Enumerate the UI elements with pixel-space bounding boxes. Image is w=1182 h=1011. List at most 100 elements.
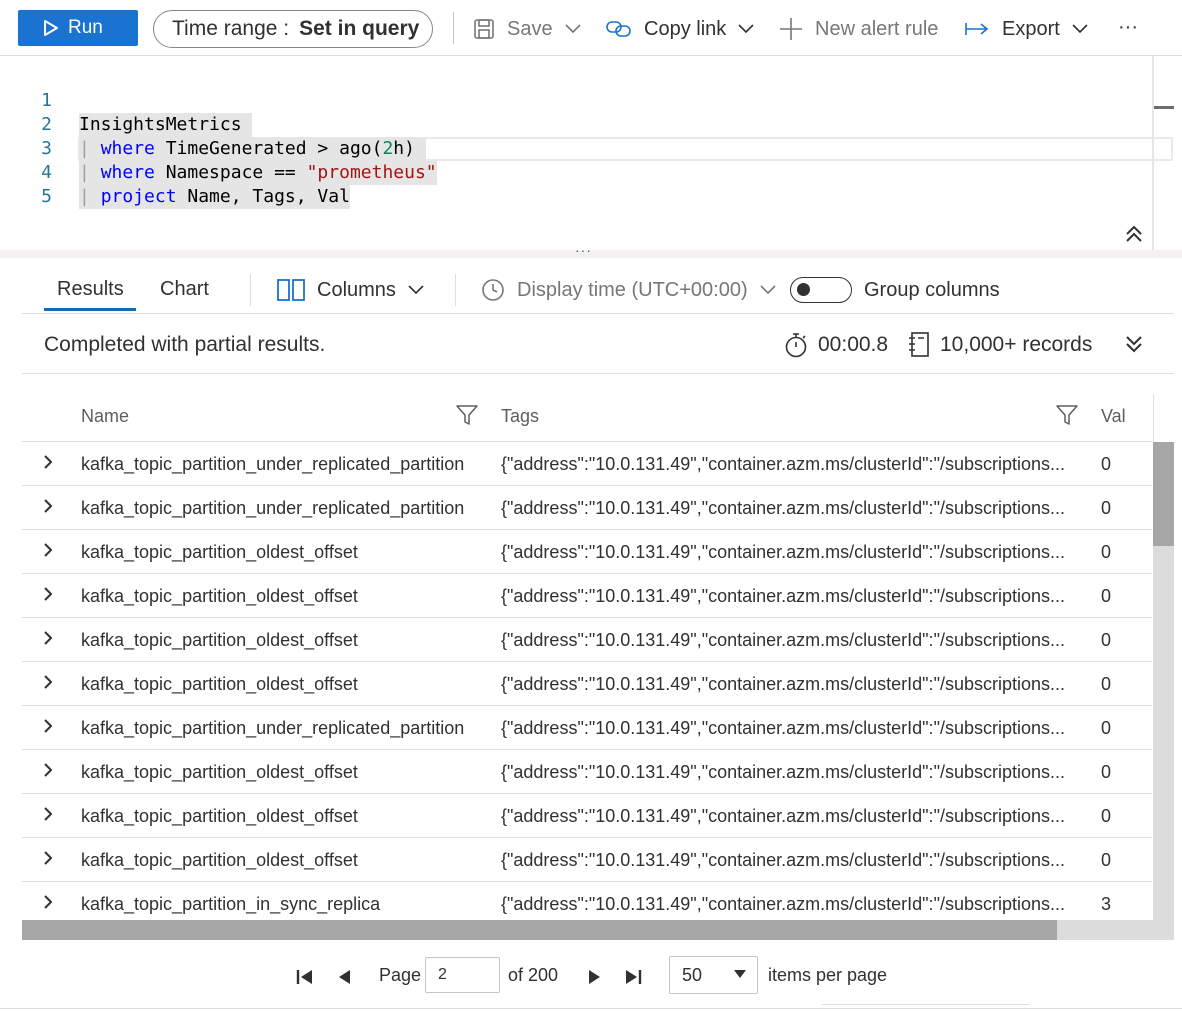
table-row[interactable]: kafka_topic_partition_oldest_offset {"ad… (22, 794, 1152, 838)
table-row[interactable]: kafka_topic_partition_under_replicated_p… (22, 706, 1152, 750)
code-text: | project Name, Tags, Val (79, 185, 350, 209)
query-toolbar: Run Time range : Set in query Save Copy … (0, 0, 1182, 56)
chevron-down-icon (408, 285, 424, 295)
cell-name: kafka_topic_partition_oldest_offset (81, 586, 358, 606)
editor-scrollbar[interactable] (1152, 56, 1154, 252)
column-header-val[interactable]: Val (1101, 406, 1126, 427)
results-grid-header: Name Tags Val (22, 394, 1152, 442)
cell-val: 0 (1101, 762, 1112, 782)
cell-tags: {"address":"10.0.131.49","container.azm.… (501, 806, 1066, 826)
chevron-down-icon (1072, 24, 1088, 34)
funnel-icon[interactable] (456, 404, 478, 426)
last-page-icon[interactable] (622, 966, 644, 988)
display-time-dropdown[interactable]: Display time (UTC+00:00) (481, 276, 776, 304)
splitter-handle[interactable]: ··· (575, 242, 592, 258)
chevron-down-icon (565, 24, 581, 34)
copy-link-button[interactable]: Copy link (606, 10, 754, 48)
divider (22, 373, 1174, 374)
export-label: Export (1002, 17, 1060, 40)
run-button-label: Run (68, 17, 103, 38)
line-number: 5 (41, 186, 52, 207)
expand-details-icon[interactable] (1122, 332, 1146, 356)
plus-icon (780, 18, 802, 40)
time-range-picker[interactable]: Time range : Set in query (153, 10, 433, 48)
new-alert-rule-label: New alert rule (815, 17, 939, 40)
chevron-down-icon (760, 285, 776, 295)
table-row[interactable]: kafka_topic_partition_oldest_offset {"ad… (22, 750, 1152, 794)
time-range-value: Set in query (299, 17, 420, 40)
editor-overview-marker (1154, 106, 1174, 109)
table-row[interactable]: kafka_topic_partition_oldest_offset {"ad… (22, 530, 1152, 574)
cell-tags: {"address":"10.0.131.49","container.azm.… (501, 454, 1066, 474)
funnel-icon[interactable] (1056, 404, 1078, 426)
collapse-editor-icon[interactable] (1122, 222, 1146, 246)
columns-button[interactable]: Columns (277, 276, 424, 304)
more-icon: ··· (1118, 15, 1138, 38)
run-button[interactable]: Run (18, 10, 138, 46)
cell-val: 0 (1101, 454, 1112, 474)
table-row[interactable]: kafka_topic_partition_under_replicated_p… (22, 486, 1152, 530)
cell-val: 3 (1101, 894, 1112, 914)
clock-icon (482, 279, 504, 301)
table-row[interactable]: kafka_topic_partition_oldest_offset {"ad… (22, 574, 1152, 618)
cell-tags: {"address":"10.0.131.49","container.azm.… (501, 894, 1066, 914)
export-button[interactable]: Export (964, 10, 1088, 48)
table-row[interactable]: kafka_topic_partition_in_sync_replica {"… (22, 882, 1152, 920)
code-token: Name, Tags, Val (176, 186, 350, 207)
more-actions-button[interactable]: ··· (1118, 8, 1138, 46)
items-per-page-dropdown[interactable]: 50 (669, 956, 758, 994)
chevron-right-icon[interactable] (40, 454, 56, 470)
tabs-divider (250, 274, 251, 306)
next-page-icon[interactable] (583, 966, 605, 988)
tab-results[interactable]: Results (57, 278, 124, 301)
first-page-icon[interactable] (294, 966, 316, 988)
chevron-right-icon[interactable] (40, 850, 56, 866)
chevron-right-icon[interactable] (40, 806, 56, 822)
column-header-tags[interactable]: Tags (501, 406, 539, 427)
divider (22, 313, 1174, 314)
code-line-5: 5 (0, 161, 1182, 207)
records-count: 10,000+ records (908, 330, 1092, 360)
chevron-right-icon[interactable] (40, 894, 56, 910)
chevron-right-icon[interactable] (40, 542, 56, 558)
column-header-name[interactable]: Name (81, 406, 129, 427)
cell-tags: {"address":"10.0.131.49","container.azm.… (501, 630, 1066, 650)
table-row[interactable]: kafka_topic_partition_oldest_offset {"ad… (22, 618, 1152, 662)
new-alert-rule-button[interactable]: New alert rule (779, 10, 938, 48)
cell-tags: {"address":"10.0.131.49","container.azm.… (501, 674, 1066, 694)
keyword-token: project (100, 186, 177, 207)
columns-label: Columns (317, 278, 396, 301)
chevron-right-icon[interactable] (40, 586, 56, 602)
cell-val: 0 (1101, 542, 1112, 562)
table-row[interactable]: kafka_topic_partition_oldest_offset {"ad… (22, 662, 1152, 706)
chevron-right-icon[interactable] (40, 498, 56, 514)
cell-tags: {"address":"10.0.131.49","container.azm.… (501, 498, 1066, 518)
horizontal-scrollbar-thumb[interactable] (22, 920, 1057, 940)
cell-val: 0 (1101, 806, 1112, 826)
display-time-label: Display time (UTC+00:00) (517, 278, 748, 301)
chevron-right-icon[interactable] (40, 718, 56, 734)
save-button[interactable]: Save (473, 10, 581, 48)
page-number-input[interactable] (425, 957, 500, 993)
table-row[interactable]: kafka_topic_partition_under_replicated_p… (22, 442, 1152, 486)
stopwatch-icon (785, 333, 807, 358)
chevron-right-icon[interactable] (40, 762, 56, 778)
chevron-right-icon[interactable] (40, 630, 56, 646)
previous-page-icon[interactable] (334, 966, 356, 988)
cell-name: kafka_topic_partition_in_sync_replica (81, 894, 381, 914)
arrow-right-bar-icon (965, 23, 989, 35)
code-line-3: 3 | where Namespace == "prometheus" (0, 113, 1182, 185)
cell-val: 0 (1101, 850, 1112, 870)
save-label: Save (507, 17, 553, 40)
table-row[interactable]: kafka_topic_partition_oldest_offset {"ad… (22, 838, 1152, 882)
tab-chart[interactable]: Chart (160, 278, 209, 301)
vertical-scrollbar-thumb[interactable] (1153, 442, 1174, 546)
page-label: Page (379, 965, 422, 985)
chevron-right-icon[interactable] (40, 674, 56, 690)
group-columns-toggle[interactable] (790, 277, 852, 303)
query-editor[interactable]: 1 InsightsMetrics 2 | where TimeGenerate… (0, 56, 1182, 252)
query-duration: 00:00.8 (784, 330, 888, 360)
results-grid-body: kafka_topic_partition_under_replicated_p… (22, 442, 1152, 920)
columns-icon (277, 279, 305, 301)
code-line-1: 1 InsightsMetrics (0, 65, 1182, 137)
